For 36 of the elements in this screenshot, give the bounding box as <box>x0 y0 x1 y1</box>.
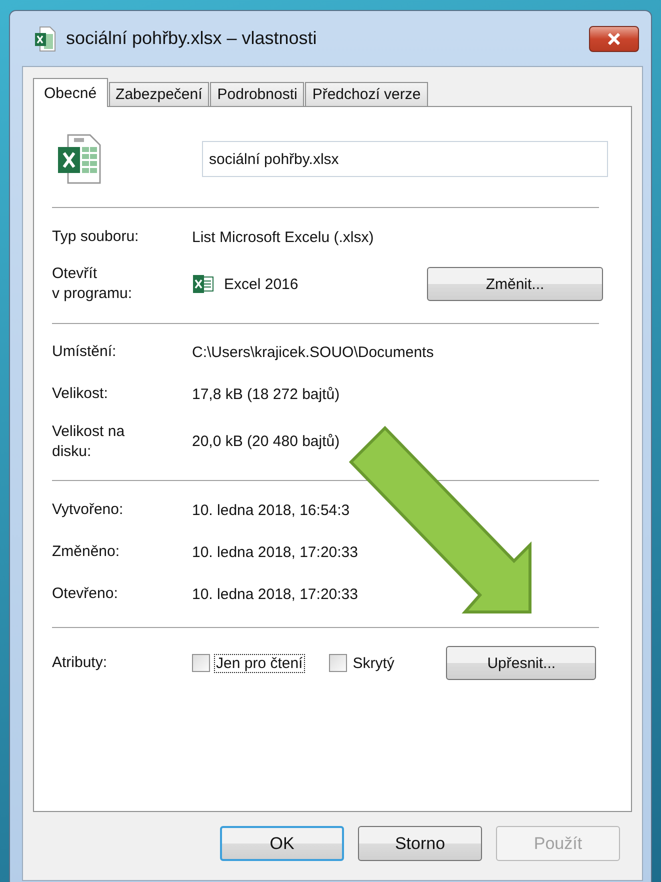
dialog-button[interactable]: OK <box>220 826 344 861</box>
spreadsheet-app-icon <box>192 274 214 294</box>
advanced-button[interactable]: Upřesnit... <box>446 646 596 680</box>
change-button[interactable]: Změnit... <box>427 267 603 302</box>
property-label: Otevřít v programu: <box>52 264 134 304</box>
tab[interactable]: Podrobnosti <box>210 82 304 106</box>
spreadsheet-file-icon <box>34 26 56 52</box>
property-label: Otevřeno: <box>52 584 119 604</box>
property-value: 17,8 kB (18 272 bajtů) <box>192 386 340 403</box>
checkbox[interactable] <box>328 654 347 672</box>
property-label: Velikost na disku: <box>52 422 126 462</box>
checkbox[interactable] <box>192 654 210 672</box>
checkbox-label[interactable]: Skrytý <box>350 654 396 672</box>
dialog-button[interactable]: Storno <box>358 826 482 861</box>
property-value: 10. ledna 2018, 16:54:3 <box>192 502 350 518</box>
property-label: Typ souboru: <box>52 226 140 247</box>
property-value: 20,0 kB (20 480 bajtů) <box>192 433 340 450</box>
property-label: Velikost: <box>52 384 109 404</box>
tab[interactable]: Předchozí verze <box>305 82 428 106</box>
close-button[interactable] <box>589 26 639 52</box>
checkbox-label[interactable]: Jen pro čtení <box>214 654 305 672</box>
property-value: 10. ledna 2018, 17:20:33 <box>192 544 358 560</box>
property-value: 10. ledna 2018, 17:20:33 <box>192 586 358 602</box>
property-label: Změněno: <box>52 542 121 562</box>
property-label: Umístění: <box>52 342 118 362</box>
property-label: Vytvořeno: <box>52 500 124 520</box>
window-title: sociální pohřby.xlsx – vlastnosti <box>66 28 318 49</box>
attributes-label: Atributy: <box>52 652 108 673</box>
spreadsheet-file-icon <box>56 133 102 185</box>
property-value: C:\Users\krajicek.SOUO\Documents <box>192 344 434 361</box>
file-name-field[interactable]: sociální pohřby.xlsx <box>202 141 608 177</box>
tab[interactable]: Obecné <box>33 78 108 107</box>
program-name: Excel 2016 <box>224 276 298 293</box>
property-value: List Microsoft Excelu (.xlsx) <box>192 228 374 246</box>
tab[interactable]: Zabezpečení <box>108 82 210 106</box>
close-icon <box>606 32 622 44</box>
